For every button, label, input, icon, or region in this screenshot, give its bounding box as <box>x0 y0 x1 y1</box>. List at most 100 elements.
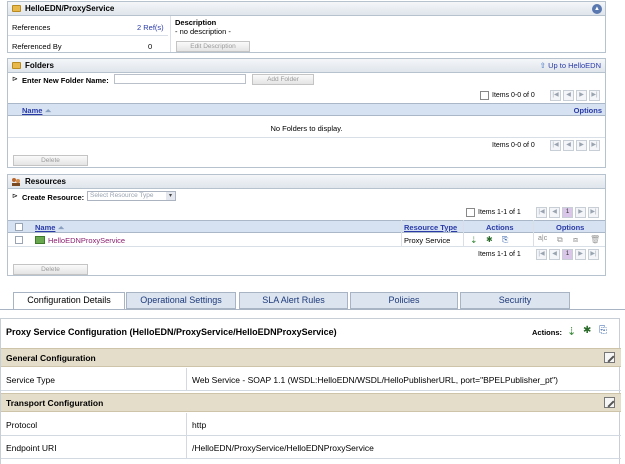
references-link[interactable]: 2 Ref(s) <box>137 23 164 32</box>
export-wsdl-icon[interactable]: ⎘ <box>599 325 607 336</box>
clone-icon[interactable]: ⧈ <box>573 235 578 245</box>
col-divider <box>170 16 171 52</box>
next-page-icon[interactable]: ▶ <box>576 90 587 101</box>
select-all-checkbox[interactable] <box>15 223 23 231</box>
page-icon <box>466 208 475 217</box>
create-resource-label: Create Resource: <box>22 193 85 202</box>
general-config-header: General Configuration <box>1 348 621 367</box>
tab-configuration-details[interactable]: Configuration Details <box>13 292 125 310</box>
col-options: Options <box>573 106 602 115</box>
new-folder-input[interactable] <box>114 74 246 84</box>
col-options: Options <box>556 223 585 232</box>
resource-name-link[interactable]: HelloEDNProxyService <box>48 236 125 245</box>
page-number[interactable]: 1 <box>562 207 573 218</box>
prev-page-icon[interactable]: ◀ <box>549 207 560 218</box>
last-page-icon[interactable]: ▶| <box>588 249 599 260</box>
last-page-icon[interactable]: ▶| <box>589 90 600 101</box>
folders-header: Folders ⇧ Up to HelloEDN <box>8 59 605 73</box>
move-icon[interactable]: ⧉ <box>557 235 563 245</box>
pager-text: Items 0-0 of 0 <box>492 92 535 99</box>
transport-config-header: Transport Configuration <box>1 393 621 412</box>
next-page-icon[interactable]: ▶ <box>576 140 587 151</box>
page-icon <box>480 91 489 100</box>
description-value: - no description - <box>175 27 231 36</box>
actions-label: Actions: <box>532 328 562 337</box>
general-config-title: General Configuration <box>6 353 96 363</box>
folder-icon <box>12 5 21 12</box>
tab-policies[interactable]: Policies <box>350 292 458 309</box>
col-divider <box>533 220 534 247</box>
message-flow-icon[interactable]: ⇣ <box>470 235 478 246</box>
test-console-icon[interactable]: ✱ <box>486 235 493 244</box>
folders-table-header: Name ⏶ Options <box>8 103 605 116</box>
edit-icon[interactable] <box>604 352 615 363</box>
row-checkbox[interactable] <box>15 236 23 244</box>
export-wsdl-icon[interactable]: ⎘ <box>502 235 508 245</box>
up-to-link[interactable]: ⇧ Up to HelloEDN <box>540 61 601 70</box>
rename-icon[interactable]: a|c <box>538 235 547 242</box>
tab-security[interactable]: Security <box>460 292 570 309</box>
expand-icon[interactable]: ⊳ <box>12 192 18 200</box>
message-flow-icon[interactable]: ⇣ <box>567 325 576 338</box>
prev-page-icon[interactable]: ◀ <box>563 90 574 101</box>
resources-pager-top: Items 1-1 of 1 |◀ ◀ 1 ▶ ▶| <box>465 206 605 219</box>
referenced-by-value: 0 <box>148 42 153 51</box>
col-divider <box>186 368 187 390</box>
col-resource-type[interactable]: Resource Type <box>404 223 457 232</box>
delete-resource-button[interactable]: Delete <box>13 264 88 275</box>
prev-page-icon[interactable]: ◀ <box>563 140 574 151</box>
first-page-icon[interactable]: |◀ <box>550 90 561 101</box>
page-title: HelloEDN/ProxyService <box>25 4 115 13</box>
collapse-icon[interactable]: ▲ <box>592 4 602 14</box>
resource-type-cell: Proxy Service <box>404 236 451 245</box>
add-folder-button[interactable]: Add Folder <box>252 74 314 85</box>
next-page-icon[interactable]: ▶ <box>575 207 586 218</box>
test-console-icon[interactable]: ✱ <box>583 325 591 336</box>
last-page-icon[interactable]: ▶| <box>588 207 599 218</box>
description-label: Description <box>175 18 217 27</box>
endpoint-label: Endpoint URI <box>6 443 57 453</box>
pager-text: Items 1-1 of 1 <box>478 209 521 216</box>
expand-icon[interactable]: ⊳ <box>12 75 18 83</box>
resources-header: Resources <box>8 175 605 189</box>
resources-table-header: Name ⏶ Resource Type Actions Options <box>8 220 605 233</box>
sort-icon[interactable]: ⏶ <box>45 106 51 116</box>
resources-title: Resources <box>25 177 66 186</box>
page-number[interactable]: 1 <box>562 249 573 260</box>
first-page-icon[interactable]: |◀ <box>536 249 547 260</box>
col-name[interactable]: Name <box>35 223 55 232</box>
resources-pager-bottom: Items 1-1 of 1 |◀ ◀ 1 ▶ ▶| <box>465 248 605 261</box>
panel-header: HelloEDN/ProxyService ▲ <box>8 2 605 16</box>
config-title: Proxy Service Configuration (HelloEDN/Pr… <box>6 327 337 337</box>
delete-icon[interactable]: 🗑 <box>590 235 600 244</box>
resources-icon <box>11 177 21 187</box>
edit-icon[interactable] <box>604 397 615 408</box>
protocol-label: Protocol <box>6 420 38 430</box>
up-arrow-icon: ⇧ <box>539 61 546 70</box>
delete-folder-button[interactable]: Delete <box>13 155 88 166</box>
proxy-service-icon <box>35 236 45 244</box>
first-page-icon[interactable]: |◀ <box>550 140 561 151</box>
edit-description-button[interactable]: Edit Description <box>176 41 250 52</box>
pager-text: Items 1-1 of 1 <box>478 251 521 258</box>
references-label: References <box>12 23 51 32</box>
transport-config-title: Transport Configuration <box>6 398 104 408</box>
protocol-row: Protocol http <box>1 413 621 436</box>
col-name[interactable]: Name <box>22 106 42 115</box>
resources-panel: Resources ⊳ Create Resource: Select Reso… <box>7 174 606 276</box>
col-divider <box>186 436 187 458</box>
folders-pager-top: Items 0-0 of 0 |◀ ◀ ▶ ▶| <box>475 89 605 102</box>
tab-sla-alert-rules[interactable]: SLA Alert Rules <box>239 292 348 309</box>
last-page-icon[interactable]: ▶| <box>589 140 600 151</box>
sort-icon[interactable]: ⏶ <box>58 223 64 233</box>
first-page-icon[interactable]: |◀ <box>536 207 547 218</box>
resource-type-select[interactable]: Select Resource Type ▾ <box>87 191 176 201</box>
pager-text: Items 0-0 of 0 <box>492 142 535 149</box>
tab-operational-settings[interactable]: Operational Settings <box>126 292 236 309</box>
next-page-icon[interactable]: ▶ <box>575 249 586 260</box>
col-divider <box>186 413 187 435</box>
config-panel: Proxy Service Configuration (HelloEDN/Pr… <box>0 318 621 464</box>
prev-page-icon[interactable]: ◀ <box>549 249 560 260</box>
service-type-row: Service Type Web Service - SOAP 1.1 (WSD… <box>1 368 621 391</box>
chevron-down-icon: ▾ <box>166 192 175 200</box>
